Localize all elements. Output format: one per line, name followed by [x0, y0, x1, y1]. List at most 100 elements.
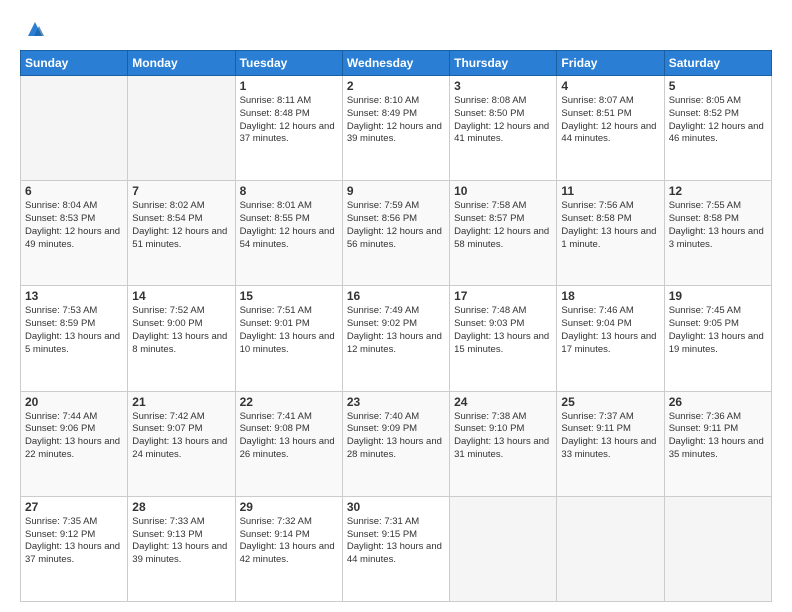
day-number: 18 [561, 289, 659, 303]
day-number: 8 [240, 184, 338, 198]
day-number: 27 [25, 500, 123, 514]
day-number: 21 [132, 395, 230, 409]
calendar-cell [664, 496, 771, 601]
day-number: 16 [347, 289, 445, 303]
day-content: Sunrise: 7:49 AM Sunset: 9:02 PM Dayligh… [347, 305, 445, 356]
day-number: 26 [669, 395, 767, 409]
weekday-header-friday: Friday [557, 51, 664, 76]
calendar-cell [21, 76, 128, 181]
header [20, 18, 772, 40]
calendar-week-5: 27Sunrise: 7:35 AM Sunset: 9:12 PM Dayli… [21, 496, 772, 601]
day-number: 5 [669, 79, 767, 93]
calendar-week-3: 13Sunrise: 7:53 AM Sunset: 8:59 PM Dayli… [21, 286, 772, 391]
day-content: Sunrise: 7:42 AM Sunset: 9:07 PM Dayligh… [132, 411, 230, 462]
day-content: Sunrise: 8:04 AM Sunset: 8:53 PM Dayligh… [25, 200, 123, 251]
day-number: 30 [347, 500, 445, 514]
calendar-cell: 1 Sunrise: 8:11 AM Sunset: 8:48 PM Daylig… [235, 76, 342, 181]
calendar-cell: 17 Sunrise: 7:48 AM Sunset: 9:03 PM Dayli… [450, 286, 557, 391]
day-number: 4 [561, 79, 659, 93]
day-content: Sunrise: 7:40 AM Sunset: 9:09 PM Dayligh… [347, 411, 445, 462]
calendar-cell: 25 Sunrise: 7:37 AM Sunset: 9:11 PM Dayli… [557, 391, 664, 496]
calendar-cell: 12 Sunrise: 7:55 AM Sunset: 8:58 PM Dayli… [664, 181, 771, 286]
calendar-cell: 7Sunrise: 8:02 AM Sunset: 8:54 PM Daylig… [128, 181, 235, 286]
day-content: Sunrise: 7:37 AM Sunset: 9:11 PM Dayligh… [561, 411, 659, 462]
weekday-header-saturday: Saturday [664, 51, 771, 76]
calendar-cell: 20 Sunrise: 7:44 AM Sunset: 9:06 PM Dayli… [21, 391, 128, 496]
day-number: 3 [454, 79, 552, 93]
calendar-cell: 24Sunrise: 7:38 AM Sunset: 9:10 PM Dayli… [450, 391, 557, 496]
calendar-cell: 13Sunrise: 7:53 AM Sunset: 8:59 PM Dayli… [21, 286, 128, 391]
calendar-cell: 6 Sunrise: 8:04 AM Sunset: 8:53 PM Daylig… [21, 181, 128, 286]
day-number: 1 [240, 79, 338, 93]
calendar-cell: 19Sunrise: 7:45 AM Sunset: 9:05 PM Dayli… [664, 286, 771, 391]
day-number: 7 [132, 184, 230, 198]
calendar-cell [450, 496, 557, 601]
day-content: Sunrise: 8:08 AM Sunset: 8:50 PM Dayligh… [454, 95, 552, 146]
day-number: 9 [347, 184, 445, 198]
day-content: Sunrise: 8:10 AM Sunset: 8:49 PM Dayligh… [347, 95, 445, 146]
weekday-header-wednesday: Wednesday [342, 51, 449, 76]
logo-icon [24, 18, 46, 40]
calendar-cell: 3 Sunrise: 8:08 AM Sunset: 8:50 PM Daylig… [450, 76, 557, 181]
day-content: Sunrise: 7:59 AM Sunset: 8:56 PM Dayligh… [347, 200, 445, 251]
calendar-cell: 21 Sunrise: 7:42 AM Sunset: 9:07 PM Dayli… [128, 391, 235, 496]
day-number: 23 [347, 395, 445, 409]
weekday-header-tuesday: Tuesday [235, 51, 342, 76]
day-content: Sunrise: 7:51 AM Sunset: 9:01 PM Dayligh… [240, 305, 338, 356]
calendar-cell [557, 496, 664, 601]
day-content: Sunrise: 7:45 AM Sunset: 9:05 PM Dayligh… [669, 305, 767, 356]
day-content: Sunrise: 7:56 AM Sunset: 8:58 PM Dayligh… [561, 200, 659, 251]
weekday-header-thursday: Thursday [450, 51, 557, 76]
day-content: Sunrise: 7:55 AM Sunset: 8:58 PM Dayligh… [669, 200, 767, 251]
day-content: Sunrise: 7:48 AM Sunset: 9:03 PM Dayligh… [454, 305, 552, 356]
day-number: 20 [25, 395, 123, 409]
day-content: Sunrise: 7:52 AM Sunset: 9:00 PM Dayligh… [132, 305, 230, 356]
calendar-cell: 30 Sunrise: 7:31 AM Sunset: 9:15 PM Dayli… [342, 496, 449, 601]
calendar-cell: 28Sunrise: 7:33 AM Sunset: 9:13 PM Dayli… [128, 496, 235, 601]
day-number: 17 [454, 289, 552, 303]
calendar-cell: 22 Sunrise: 7:41 AM Sunset: 9:08 PM Dayli… [235, 391, 342, 496]
day-content: Sunrise: 8:05 AM Sunset: 8:52 PM Dayligh… [669, 95, 767, 146]
calendar-cell: 11 Sunrise: 7:56 AM Sunset: 8:58 PM Dayli… [557, 181, 664, 286]
calendar-week-1: 1 Sunrise: 8:11 AM Sunset: 8:48 PM Daylig… [21, 76, 772, 181]
day-number: 11 [561, 184, 659, 198]
weekday-header-sunday: Sunday [21, 51, 128, 76]
day-number: 25 [561, 395, 659, 409]
day-number: 10 [454, 184, 552, 198]
day-content: Sunrise: 7:32 AM Sunset: 9:14 PM Dayligh… [240, 516, 338, 567]
day-number: 2 [347, 79, 445, 93]
day-content: Sunrise: 7:36 AM Sunset: 9:11 PM Dayligh… [669, 411, 767, 462]
calendar-cell: 29Sunrise: 7:32 AM Sunset: 9:14 PM Dayli… [235, 496, 342, 601]
day-number: 14 [132, 289, 230, 303]
day-content: Sunrise: 8:11 AM Sunset: 8:48 PM Dayligh… [240, 95, 338, 146]
day-content: Sunrise: 8:01 AM Sunset: 8:55 PM Dayligh… [240, 200, 338, 251]
day-content: Sunrise: 7:31 AM Sunset: 9:15 PM Dayligh… [347, 516, 445, 567]
calendar-cell: 2 Sunrise: 8:10 AM Sunset: 8:49 PM Daylig… [342, 76, 449, 181]
calendar-cell: 10 Sunrise: 7:58 AM Sunset: 8:57 PM Dayli… [450, 181, 557, 286]
day-content: Sunrise: 7:58 AM Sunset: 8:57 PM Dayligh… [454, 200, 552, 251]
calendar-cell: 15Sunrise: 7:51 AM Sunset: 9:01 PM Dayli… [235, 286, 342, 391]
calendar-table: SundayMondayTuesdayWednesdayThursdayFrid… [20, 50, 772, 602]
day-number: 6 [25, 184, 123, 198]
day-number: 12 [669, 184, 767, 198]
weekday-header-row: SundayMondayTuesdayWednesdayThursdayFrid… [21, 51, 772, 76]
calendar-cell: 14 Sunrise: 7:52 AM Sunset: 9:00 PM Dayli… [128, 286, 235, 391]
calendar-week-2: 6 Sunrise: 8:04 AM Sunset: 8:53 PM Daylig… [21, 181, 772, 286]
calendar-cell: 8 Sunrise: 8:01 AM Sunset: 8:55 PM Daylig… [235, 181, 342, 286]
calendar-week-4: 20 Sunrise: 7:44 AM Sunset: 9:06 PM Dayli… [21, 391, 772, 496]
calendar-cell: 9 Sunrise: 7:59 AM Sunset: 8:56 PM Daylig… [342, 181, 449, 286]
day-content: Sunrise: 7:41 AM Sunset: 9:08 PM Dayligh… [240, 411, 338, 462]
day-number: 22 [240, 395, 338, 409]
calendar-cell: 16 Sunrise: 7:49 AM Sunset: 9:02 PM Dayli… [342, 286, 449, 391]
calendar-cell [128, 76, 235, 181]
calendar-cell: 27Sunrise: 7:35 AM Sunset: 9:12 PM Dayli… [21, 496, 128, 601]
calendar-cell: 23 Sunrise: 7:40 AM Sunset: 9:09 PM Dayli… [342, 391, 449, 496]
day-content: Sunrise: 7:53 AM Sunset: 8:59 PM Dayligh… [25, 305, 123, 356]
logo [20, 18, 46, 40]
day-content: Sunrise: 7:33 AM Sunset: 9:13 PM Dayligh… [132, 516, 230, 567]
calendar-cell: 26 Sunrise: 7:36 AM Sunset: 9:11 PM Dayli… [664, 391, 771, 496]
day-content: Sunrise: 7:44 AM Sunset: 9:06 PM Dayligh… [25, 411, 123, 462]
day-content: Sunrise: 7:38 AM Sunset: 9:10 PM Dayligh… [454, 411, 552, 462]
page: SundayMondayTuesdayWednesdayThursdayFrid… [0, 0, 792, 612]
calendar-cell: 5 Sunrise: 8:05 AM Sunset: 8:52 PM Daylig… [664, 76, 771, 181]
